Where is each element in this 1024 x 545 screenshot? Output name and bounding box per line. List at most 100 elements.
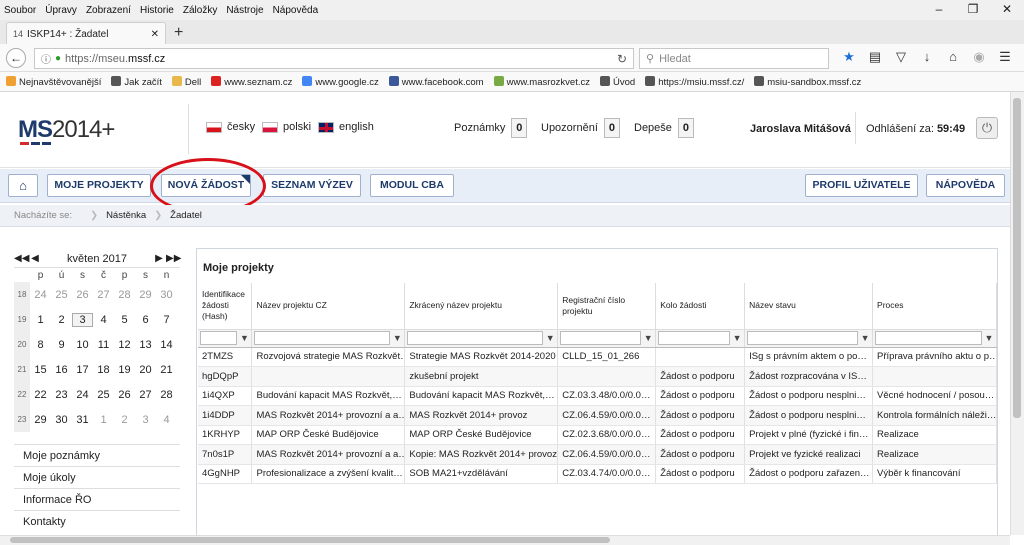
menu-item[interactable]: Nástroje	[226, 5, 263, 16]
calendar-day[interactable]: 24	[72, 389, 93, 401]
prev-year-icon[interactable]: ◀◀	[14, 253, 29, 264]
menu-item[interactable]: Nápověda	[273, 5, 319, 16]
calendar-day[interactable]: 1	[30, 314, 51, 326]
filter-icon[interactable]: ▼	[643, 333, 653, 343]
calendar-day[interactable]: 17	[72, 364, 93, 376]
side-item-kontakty[interactable]: Kontakty	[14, 510, 180, 532]
table-row[interactable]: 1i4DDP MAS Rozkvět 2014+ provozní a a… MAS…	[198, 405, 997, 426]
bookmark-item[interactable]: www.seznam.cz	[211, 75, 292, 88]
bookmark-item[interactable]: Nejnavštěvovanější	[6, 75, 101, 88]
menu-item[interactable]: Historie	[140, 5, 174, 16]
bookmark-item[interactable]: https://msiu.mssf.cz/	[645, 75, 744, 88]
filter-input[interactable]	[200, 331, 238, 345]
horizontal-scroll-thumb[interactable]	[10, 537, 610, 543]
calendar-day[interactable]: 10	[72, 339, 93, 351]
calendar-day[interactable]: 4	[156, 414, 177, 426]
calendar-day[interactable]: 4	[93, 314, 114, 326]
next-year-icon[interactable]: ▶▶	[166, 253, 181, 264]
calendar-day[interactable]: 7	[156, 314, 177, 326]
filter-input[interactable]	[560, 331, 642, 345]
calendar-day[interactable]: 26	[114, 389, 135, 401]
side-item-moje-poznamky[interactable]: Moje poznámky	[14, 444, 180, 466]
calendar-day[interactable]: 29	[30, 414, 51, 426]
filter-input[interactable]	[875, 331, 982, 345]
filter-input[interactable]	[658, 331, 731, 345]
minimize-icon[interactable]: –	[922, 0, 956, 20]
calendar-day[interactable]: 8	[30, 339, 51, 351]
back-icon[interactable]: ←	[6, 48, 26, 68]
calendar-day[interactable]: 24	[30, 289, 51, 301]
calendar-day[interactable]: 3	[135, 414, 156, 426]
calendar-day[interactable]: 19	[114, 364, 135, 376]
menu-item[interactable]: Úpravy	[45, 5, 77, 16]
filter-input[interactable]	[747, 331, 859, 345]
column-header[interactable]: Název stavu	[744, 283, 874, 329]
notes-counter[interactable]: Poznámky 0	[454, 118, 528, 138]
home-button[interactable]: ⌂	[8, 174, 38, 197]
table-row[interactable]: 7n0s1P MAS Rozkvět 2014+ provozní a a… Kop…	[198, 444, 997, 465]
filter-icon[interactable]: ▼	[239, 333, 249, 343]
bookmark-item[interactable]: Jak začít	[111, 75, 162, 88]
next-month-icon[interactable]: ▶	[152, 253, 166, 264]
calendar-day[interactable]: 9	[51, 339, 72, 351]
bookmark-star-icon[interactable]: ★	[836, 49, 862, 65]
browser-search-input[interactable]: ⚲ Hledat	[639, 48, 829, 69]
filter-icon[interactable]: ▼	[984, 333, 994, 343]
calendar-day[interactable]: 1	[93, 414, 114, 426]
power-icon[interactable]: ⏻	[976, 117, 998, 139]
calendar-day[interactable]: 23	[51, 389, 72, 401]
column-header[interactable]: Registrační číslo projektu	[557, 283, 657, 329]
download-icon[interactable]: ↓	[914, 49, 940, 65]
calendar-day[interactable]: 13	[135, 339, 156, 351]
bookmark-item[interactable]: www.masrozkvet.cz	[493, 75, 590, 88]
table-row[interactable]: hgDQpP zkušební projekt Žádost o podporu Žá…	[198, 366, 997, 387]
filter-input[interactable]	[254, 331, 391, 345]
calendar-day[interactable]: 15	[30, 364, 51, 376]
bookmark-item[interactable]: www.google.cz	[302, 75, 379, 88]
table-row[interactable]: 2TMZS Rozvojová strategie MAS Rozkvět… Str…	[198, 347, 997, 367]
filter-icon[interactable]: ▼	[545, 333, 555, 343]
ms2014-logo[interactable]: MS2014+	[18, 116, 115, 144]
table-row[interactable]: 1i4QXP Budování kapacit MAS Rozkvět,… Budo…	[198, 386, 997, 406]
calendar-day[interactable]: 29	[135, 289, 156, 301]
calendar-day[interactable]: 28	[114, 289, 135, 301]
home-icon[interactable]: ⌂	[940, 49, 966, 65]
calendar-day[interactable]: 27	[135, 389, 156, 401]
calendar-day[interactable]: 18	[93, 364, 114, 376]
hamburger-menu-icon[interactable]: ☰	[992, 49, 1018, 65]
nav-profil-uzivatele[interactable]: PROFIL UŽIVATELE	[805, 174, 918, 197]
calendar-day[interactable]: 21	[156, 364, 177, 376]
nav-seznam-vyzev[interactable]: SEZNAM VÝZEV	[263, 174, 361, 197]
calendar-day[interactable]: 5	[114, 314, 135, 326]
calendar-day[interactable]: 12	[114, 339, 135, 351]
column-header[interactable]: Název projektu CZ	[251, 283, 406, 329]
calendar-day[interactable]: 2	[114, 414, 135, 426]
menu-item[interactable]: Záložky	[183, 5, 217, 16]
column-header[interactable]: Zkrácený název projektu	[404, 283, 559, 329]
url-bar[interactable]: ⓘ ● https://mseu.mssf.cz ↻	[34, 48, 634, 69]
menu-item[interactable]: Zobrazení	[86, 5, 131, 16]
menu-item[interactable]: Soubor	[4, 5, 36, 16]
lang-czech[interactable]: česky	[206, 121, 255, 133]
nav-modul-cba[interactable]: MODUL CBA	[370, 174, 454, 197]
close-icon[interactable]: ✕	[990, 0, 1024, 20]
table-row[interactable]: 1KRHYP MAP ORP České Budějovice MAP ORP Če…	[198, 425, 997, 445]
calendar-day[interactable]: 22	[30, 389, 51, 401]
user-name[interactable]: Jaroslava Mitášová	[750, 123, 851, 135]
messages-counter[interactable]: Depeše 0	[634, 118, 694, 138]
column-header[interactable]: Kolo žádosti	[655, 283, 746, 329]
calendar-day[interactable]: 14	[156, 339, 177, 351]
filter-icon[interactable]: ▼	[860, 333, 870, 343]
calendar-day[interactable]: 31	[72, 414, 93, 426]
calendar-day[interactable]: 30	[51, 414, 72, 426]
table-row[interactable]: 4GgNHP Profesionalizace a zvýšení kvalit……	[198, 464, 997, 484]
calendar-day[interactable]: 30	[156, 289, 177, 301]
restore-icon[interactable]: ❐	[956, 0, 990, 20]
browser-tab[interactable]: 14 ISKP14+ : Žadatel ✕	[6, 22, 166, 45]
clipboard-icon[interactable]: ▤	[862, 49, 888, 65]
calendar-day[interactable]: 11	[93, 339, 114, 351]
bookmark-item[interactable]: Úvod	[600, 75, 635, 88]
bookmark-item[interactable]: msiu-sandbox.mssf.cz	[754, 75, 861, 88]
nav-moje-projekty[interactable]: MOJE PROJEKTY	[47, 174, 151, 197]
vertical-scroll-thumb[interactable]	[1013, 98, 1021, 418]
